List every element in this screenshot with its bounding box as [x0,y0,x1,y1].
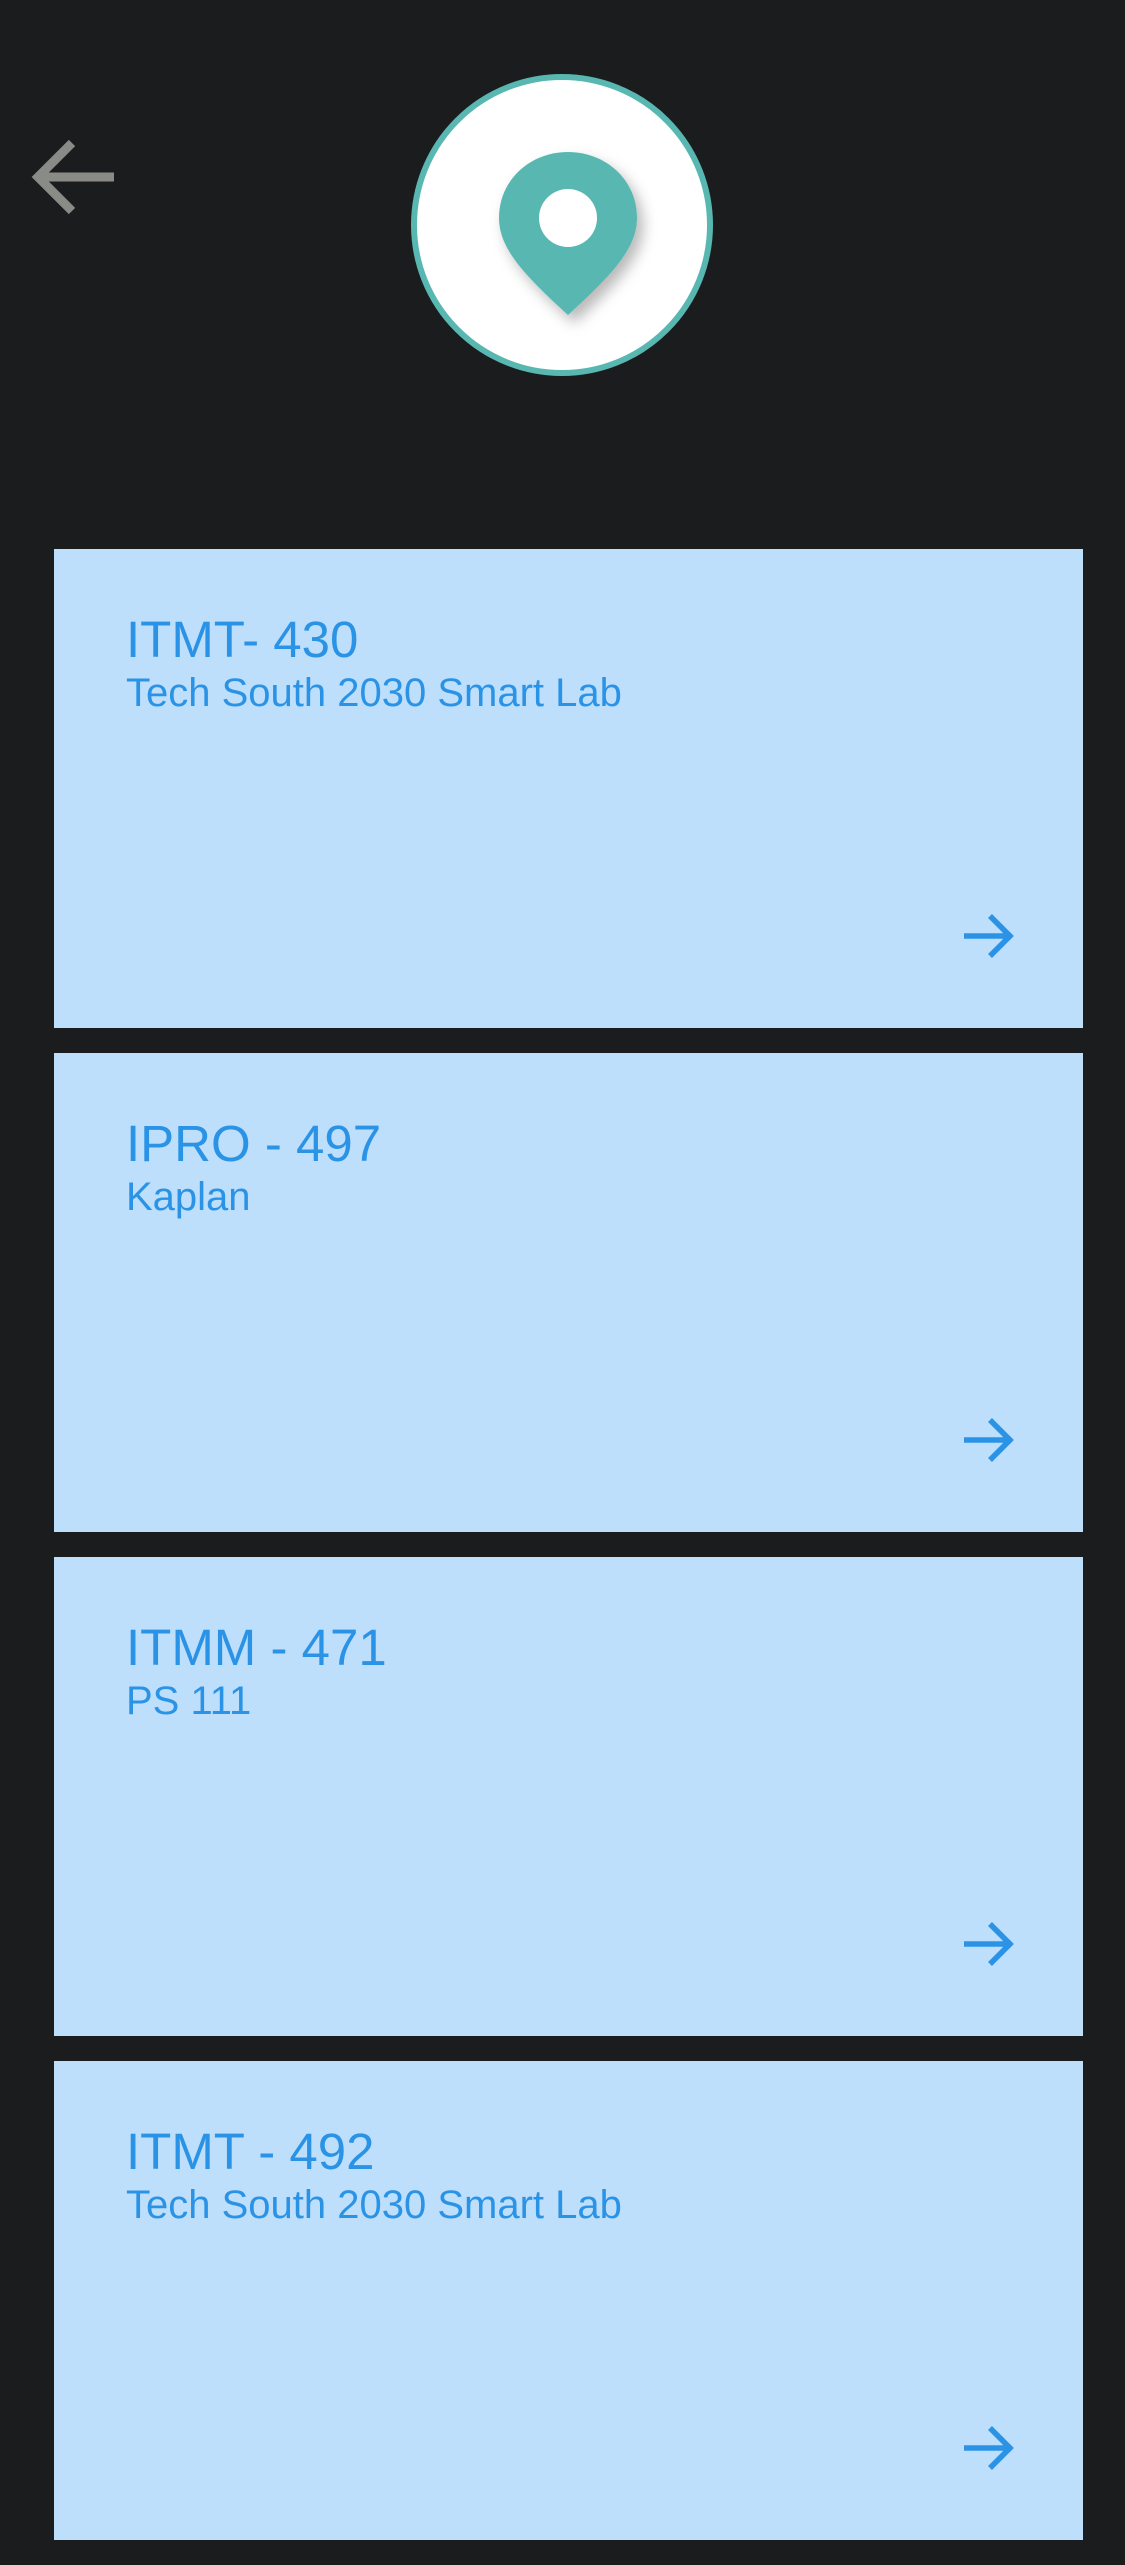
arrow-right-icon [964,2426,1014,2470]
course-card[interactable]: IPRO - 497 Kaplan [54,1053,1083,1532]
course-code: ITMM - 471 [126,1619,387,1676]
course-location: Tech South 2030 Smart Lab [126,671,622,715]
course-code: IPRO - 497 [126,1115,382,1172]
course-code: ITMT - 492 [126,2123,375,2180]
open-course-button[interactable] [958,906,1018,966]
course-card[interactable]: ITMT - 492 Tech South 2030 Smart Lab [54,2061,1083,2540]
back-button[interactable] [22,125,126,229]
open-course-button[interactable] [958,2418,1018,2478]
arrow-right-icon [964,1922,1014,1966]
arrow-right-icon [964,1418,1014,1462]
open-course-button[interactable] [958,1410,1018,1470]
course-card[interactable]: ITMT- 430 Tech South 2030 Smart Lab [54,549,1083,1028]
arrow-left-icon [31,139,114,215]
course-location: PS 111 [126,1679,252,1723]
location-badge [411,74,713,376]
course-location: Kaplan [126,1175,251,1219]
map-pin-icon [499,152,637,315]
course-list: ITMT- 430 Tech South 2030 Smart Lab IPRO… [54,549,1083,2565]
open-course-button[interactable] [958,1914,1018,1974]
course-code: ITMT- 430 [126,611,359,668]
arrow-right-icon [964,914,1014,958]
course-location: Tech South 2030 Smart Lab [126,2183,622,2227]
course-card[interactable]: ITMM - 471 PS 111 [54,1557,1083,2036]
